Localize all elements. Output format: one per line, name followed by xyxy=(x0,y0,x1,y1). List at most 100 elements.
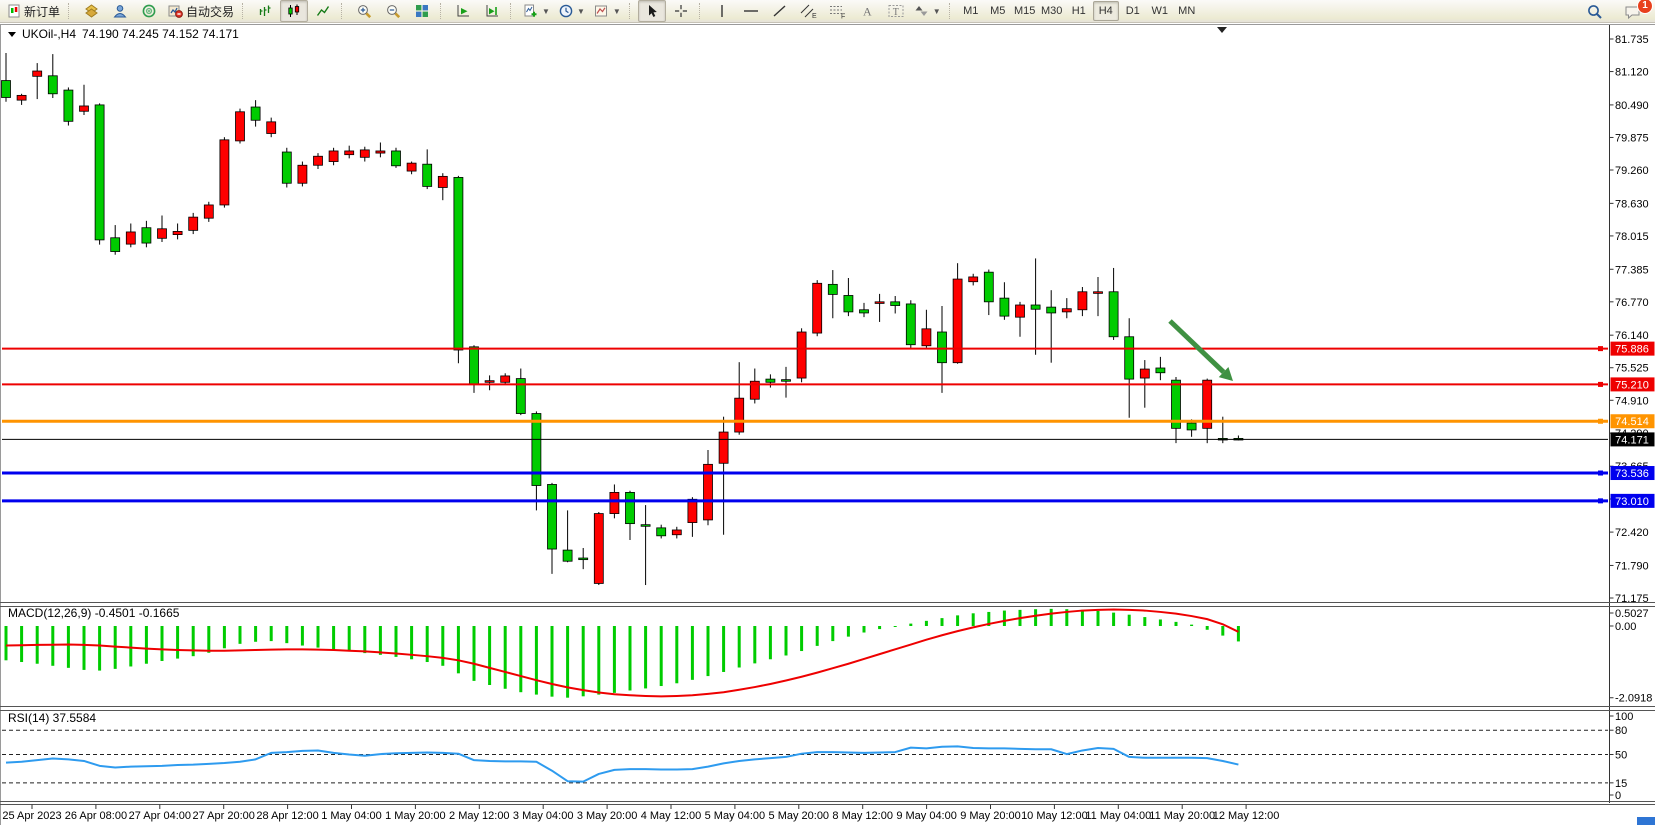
line-chart-icon xyxy=(316,4,330,18)
candle-body xyxy=(376,151,385,153)
candle-body xyxy=(1078,292,1087,310)
horizontal-line-button[interactable] xyxy=(737,0,765,22)
candle-body xyxy=(438,176,447,187)
autotrading-button[interactable]: 自动交易 xyxy=(164,0,238,22)
macd-histogram-bar xyxy=(254,626,257,642)
macd-histogram-bar xyxy=(1221,626,1224,636)
time-tick-label: 9 May 04:00 xyxy=(896,810,957,822)
candle-body xyxy=(142,228,151,243)
text-label-button[interactable]: T xyxy=(882,0,910,22)
cursor-button[interactable] xyxy=(638,0,666,22)
svg-text:A: A xyxy=(863,5,872,19)
time-tick-label: 1 May 04:00 xyxy=(321,810,382,822)
macd-histogram-bar xyxy=(379,626,382,655)
svg-text:75.525: 75.525 xyxy=(1615,363,1649,375)
svg-text:73.010: 73.010 xyxy=(1615,496,1649,508)
text-label-icon: T xyxy=(888,4,904,18)
trendline-button[interactable] xyxy=(766,0,794,22)
periods-button[interactable]: ▼ xyxy=(555,0,589,22)
svg-text:72.420: 72.420 xyxy=(1615,527,1649,539)
chart-canvas[interactable]: 81.73581.12080.49079.87579.26078.63078.0… xyxy=(0,0,1655,825)
macd-histogram-bar xyxy=(816,626,819,646)
vertical-line-button[interactable] xyxy=(708,0,736,22)
search-button[interactable] xyxy=(1581,1,1609,23)
macd-histogram-bar xyxy=(20,626,23,662)
macd-histogram-bar xyxy=(348,626,351,651)
macd-histogram-bar xyxy=(738,626,741,668)
line-chart-button[interactable] xyxy=(309,0,337,22)
svg-text:74.171: 74.171 xyxy=(1615,434,1649,446)
macd-histogram-bar xyxy=(707,626,710,676)
candle-body xyxy=(641,525,650,527)
macd-histogram-bar xyxy=(5,626,8,660)
candle-body xyxy=(454,177,463,350)
autotrading-label: 自动交易 xyxy=(186,3,234,20)
zoom-in-button[interactable] xyxy=(350,0,378,22)
timeframe-h4[interactable]: H4 xyxy=(1093,1,1119,21)
dropdown-caret-icon: ▼ xyxy=(933,7,941,16)
trendline-icon xyxy=(772,4,787,18)
candle-body xyxy=(844,295,853,311)
candle-body xyxy=(906,304,915,345)
fibonacci-button[interactable]: F xyxy=(824,0,852,22)
candle-body xyxy=(1156,368,1165,373)
indicators-button[interactable]: ▼ xyxy=(519,0,554,22)
macd-histogram-bar xyxy=(473,626,476,681)
bar-chart-icon xyxy=(258,4,272,18)
timeframe-mn[interactable]: MN xyxy=(1174,1,1200,21)
chart-title-bar[interactable]: UKOil-,H4 74.190 74.245 74.152 74.171 xyxy=(8,27,239,41)
bar-chart-button[interactable] xyxy=(251,0,279,22)
chart-shift-button[interactable] xyxy=(478,0,506,22)
candlestick-chart-button[interactable] xyxy=(280,0,308,22)
macd-histogram-bar xyxy=(161,626,164,661)
signals-button[interactable] xyxy=(135,0,163,22)
timeframe-d1[interactable]: D1 xyxy=(1120,1,1146,21)
svg-text:80.490: 80.490 xyxy=(1615,100,1649,112)
new-order-label: 新订单 xyxy=(24,3,60,20)
zoom-in-icon xyxy=(357,4,372,19)
candle-body xyxy=(345,151,354,155)
svg-text:-2.0918: -2.0918 xyxy=(1615,693,1652,705)
timeframe-h1[interactable]: H1 xyxy=(1066,1,1092,21)
text-button[interactable]: A xyxy=(853,0,881,22)
autotrading-icon xyxy=(168,4,183,18)
candle-body xyxy=(48,76,57,94)
profile-button[interactable] xyxy=(106,0,134,22)
candle-body xyxy=(766,379,775,382)
timeframe-w1[interactable]: W1 xyxy=(1147,1,1173,21)
svg-text:79.875: 79.875 xyxy=(1615,132,1649,144)
candle-body xyxy=(1047,307,1056,313)
macd-histogram-bar xyxy=(457,626,460,673)
svg-text:80: 80 xyxy=(1615,725,1627,737)
horizontal-line-icon xyxy=(743,4,759,18)
tile-windows-button[interactable] xyxy=(408,0,436,22)
macd-indicator-label: MACD(12,26,9) -0.4501 -0.1665 xyxy=(8,606,179,620)
timeframe-m5[interactable]: M5 xyxy=(985,1,1011,21)
candle-body xyxy=(501,376,510,382)
toolbar-separator xyxy=(68,3,72,19)
arrows-button[interactable]: ▼ xyxy=(911,0,945,22)
svg-text:50: 50 xyxy=(1615,750,1627,762)
candle-body xyxy=(594,514,603,584)
new-order-button[interactable]: 新订单 xyxy=(3,0,64,22)
crosshair-button[interactable] xyxy=(667,0,695,22)
zoom-out-button[interactable] xyxy=(379,0,407,22)
svg-text:81.120: 81.120 xyxy=(1615,67,1649,79)
equidistant-channel-button[interactable]: E xyxy=(795,0,823,22)
time-tick-label: 3 May 20:00 xyxy=(577,810,638,822)
candle-body xyxy=(298,165,307,183)
macd-histogram-bar xyxy=(660,626,663,686)
svg-text:15: 15 xyxy=(1615,778,1627,790)
timeframe-m1[interactable]: M1 xyxy=(958,1,984,21)
svg-text:79.260: 79.260 xyxy=(1615,165,1649,177)
timeframe-m30[interactable]: M30 xyxy=(1039,1,1065,21)
macd-histogram-bar xyxy=(1112,613,1115,626)
timeframe-m15[interactable]: M15 xyxy=(1012,1,1038,21)
market-depth-button[interactable] xyxy=(77,0,105,22)
macd-histogram-bar xyxy=(1003,611,1006,626)
time-tick-label: 26 Apr 08:00 xyxy=(65,810,127,822)
templates-button[interactable]: ▼ xyxy=(590,0,625,22)
notifications-button[interactable]: 1 xyxy=(1619,1,1647,23)
candle-body xyxy=(407,163,416,171)
auto-scroll-button[interactable] xyxy=(449,0,477,22)
